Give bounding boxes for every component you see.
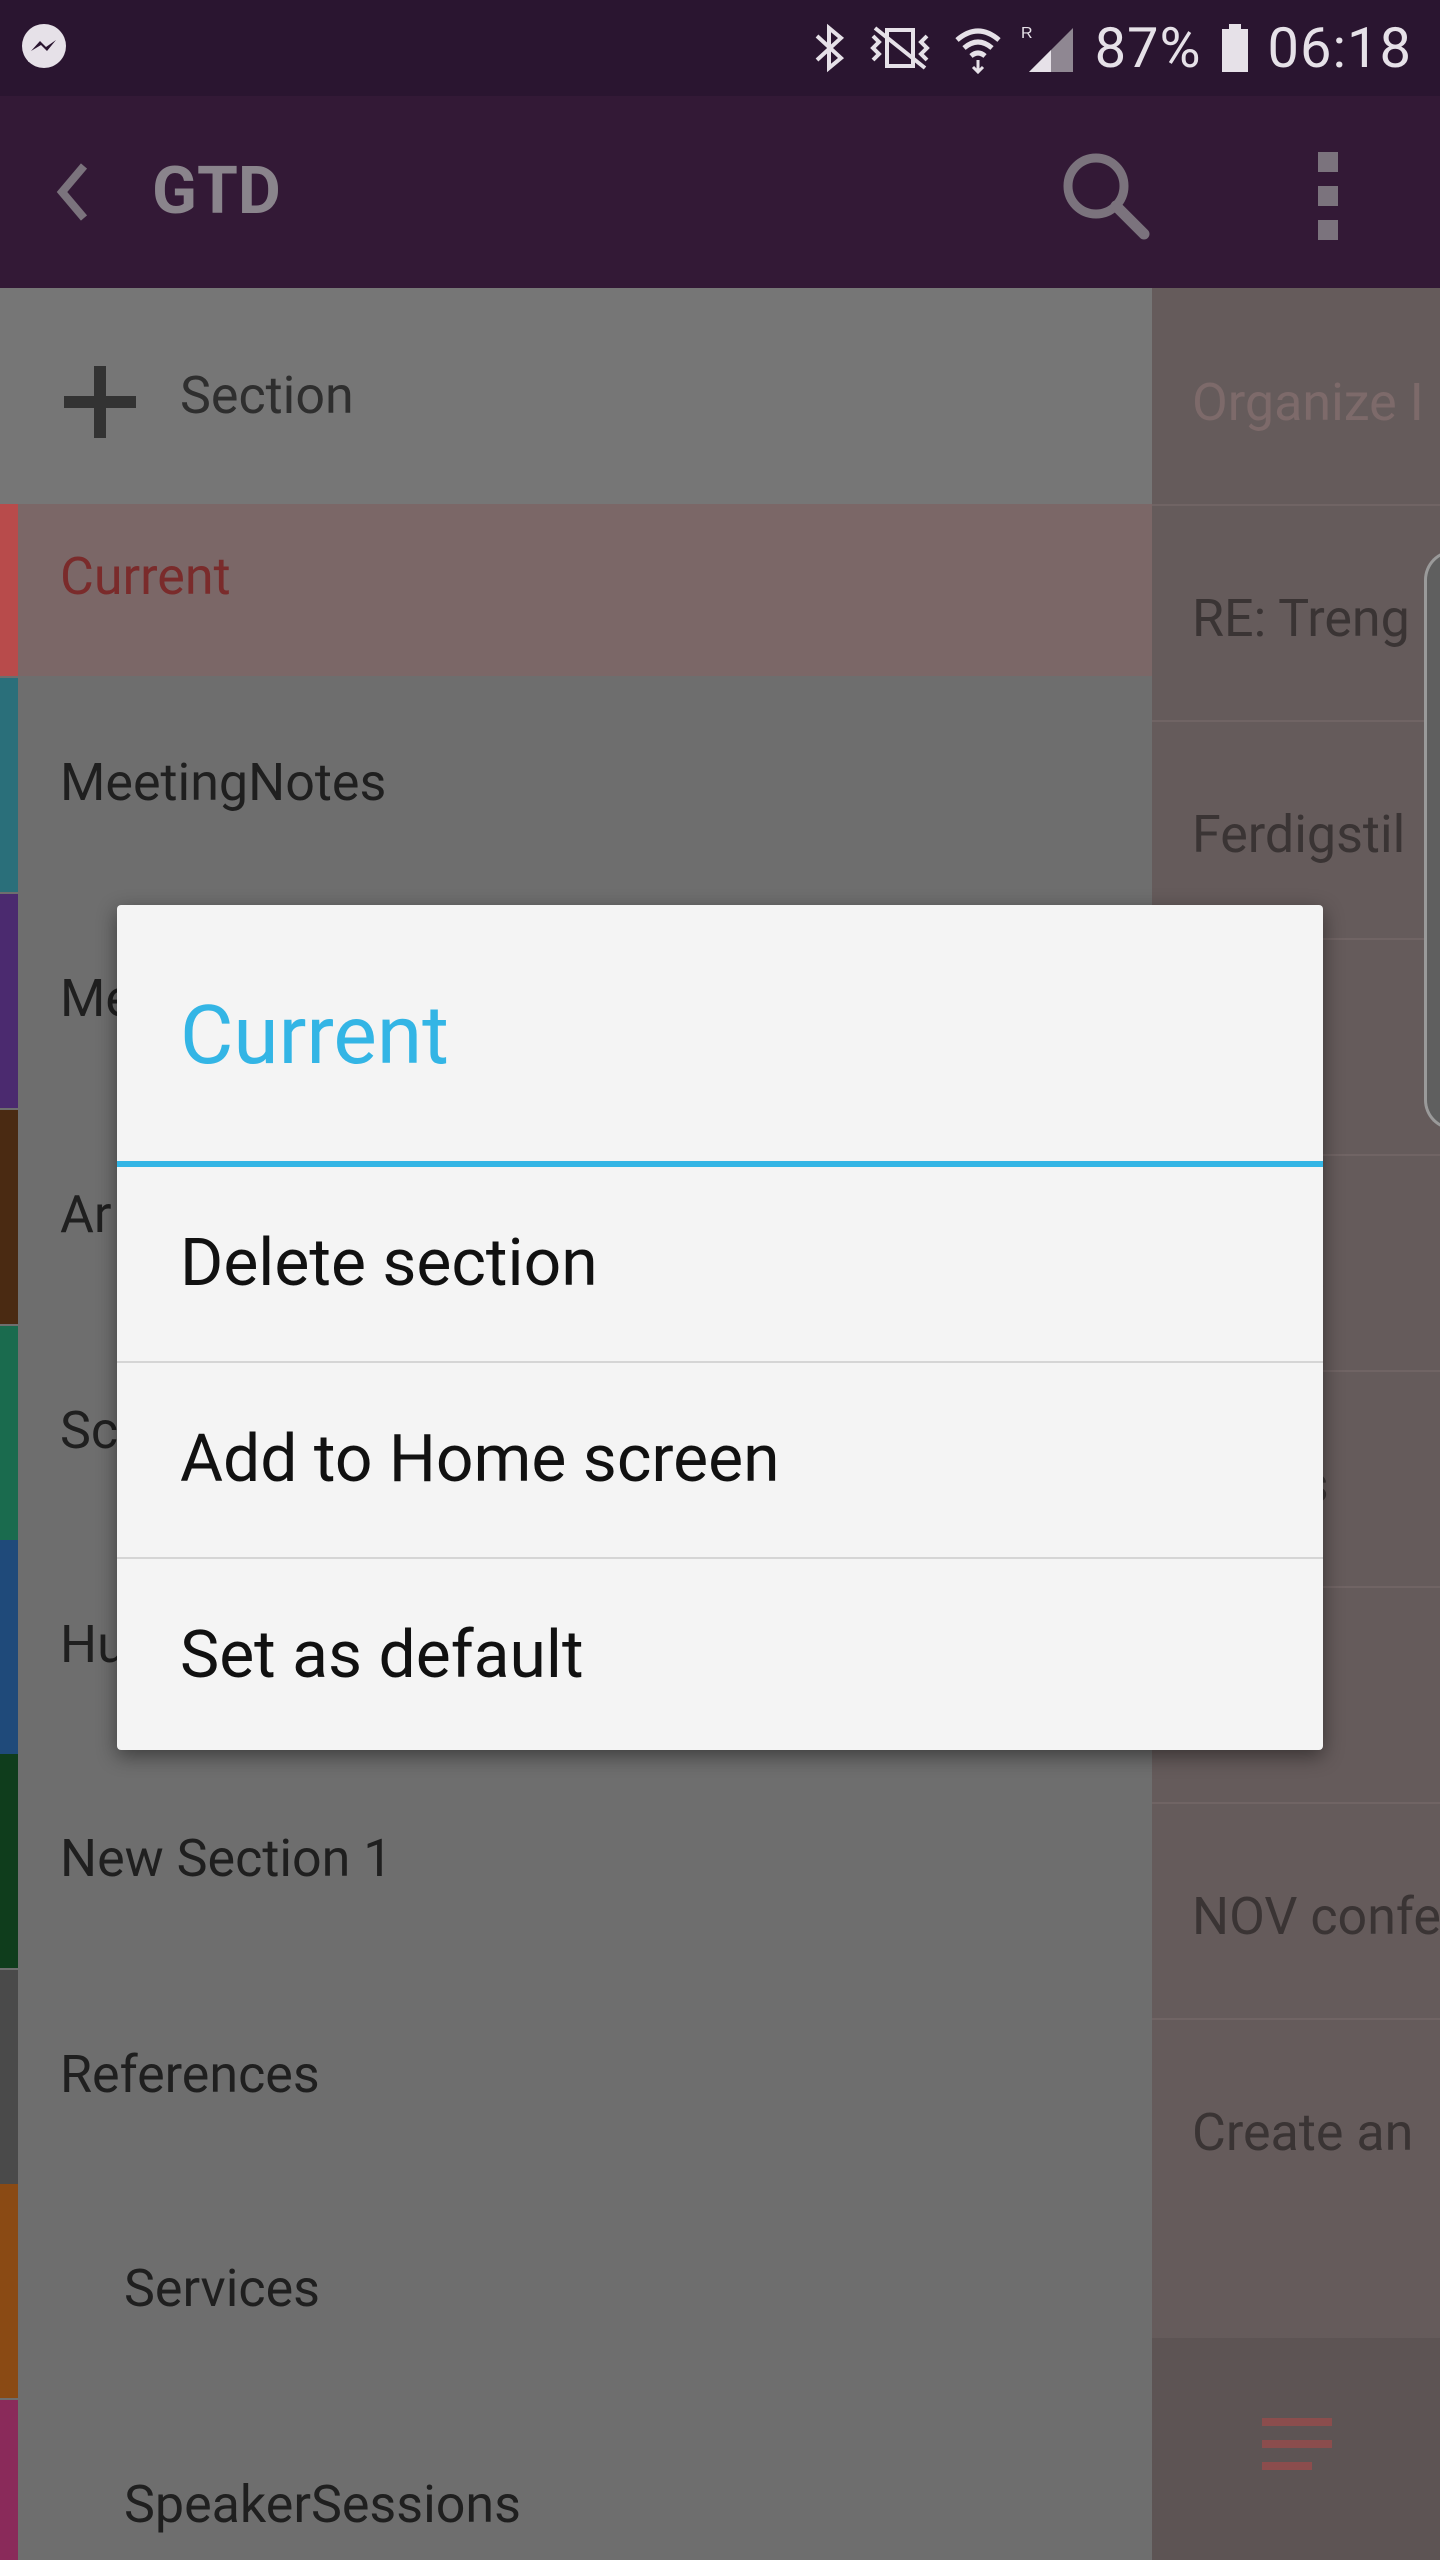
section-item-label: Sc — [60, 1400, 119, 1461]
section-color-bar — [0, 2400, 18, 2560]
battery-icon — [1221, 24, 1248, 72]
option-label: Delete section — [180, 1225, 598, 1302]
svg-text:R: R — [1021, 25, 1034, 42]
page-item[interactable]: NOV confe — [1192, 1886, 1440, 1947]
add-to-home-screen-option[interactable]: Add to Home screen — [117, 1363, 1323, 1557]
add-section-button[interactable]: Section — [0, 288, 1152, 504]
section-item-label: New Section 1 — [60, 1828, 393, 1889]
section-context-dialog: Current Delete section Add to Home scree… — [117, 905, 1323, 1750]
section-item-label: References — [60, 2044, 320, 2105]
section-color-bar — [0, 1326, 18, 1540]
section-item[interactable]: Services — [0, 2184, 1152, 2398]
wifi-icon — [954, 28, 1001, 74]
delete-section-option[interactable]: Delete section — [117, 1167, 1323, 1361]
section-item-label: Current — [60, 546, 231, 607]
section-color-bar — [0, 2184, 18, 2398]
option-label: Add to Home screen — [180, 1421, 780, 1498]
section-color-bar — [0, 894, 18, 1108]
status-bar: R 87% 06:18 — [0, 0, 1440, 96]
app-title: GTD — [152, 153, 281, 230]
plus-icon — [64, 366, 136, 438]
page-item[interactable]: Create an — [1192, 2102, 1413, 2163]
page-divider — [1152, 1802, 1440, 1804]
back-chevron-icon[interactable] — [50, 152, 90, 232]
section-item-label: Ar — [60, 1184, 112, 1245]
set-as-default-option[interactable]: Set as default — [117, 1559, 1323, 1753]
section-item[interactable]: SpeakerSessions — [0, 2400, 1152, 2560]
section-color-bar — [0, 1754, 18, 1968]
page-item[interactable]: Ferdigstil — [1192, 804, 1405, 865]
page-item[interactable]: RE: Treng — [1192, 588, 1410, 649]
bluetooth-icon — [815, 23, 844, 73]
option-label: Set as default — [180, 1617, 584, 1694]
dialog-title: Current — [180, 988, 449, 1084]
section-color-bar — [0, 678, 18, 892]
section-item[interactable]: MeetingNotes — [0, 678, 1152, 892]
section-item[interactable]: Current — [0, 504, 1152, 676]
section-item-label: SpeakerSessions — [124, 2474, 521, 2535]
status-icons: R 87% 06:18 — [813, 0, 1412, 96]
search-icon[interactable] — [1058, 148, 1150, 240]
section-item-label: Services — [124, 2258, 320, 2319]
clock: 06:18 — [1267, 15, 1412, 81]
section-item[interactable]: New Section 1 — [0, 1754, 1152, 1968]
page-item[interactable]: Organize I — [1192, 372, 1424, 433]
page-divider — [1152, 720, 1440, 722]
edge-panel-handle[interactable] — [1424, 550, 1440, 1130]
section-color-bar — [0, 1970, 18, 2184]
add-section-label: Section — [180, 365, 354, 426]
section-item-label: Hu — [60, 1614, 126, 1675]
vibrate-icon — [869, 26, 930, 70]
more-vert-icon[interactable] — [1300, 150, 1356, 242]
section-item[interactable]: References — [0, 1970, 1152, 2184]
section-color-bar — [0, 1540, 18, 1754]
section-color-bar — [0, 1110, 18, 1324]
section-color-bar — [0, 504, 18, 676]
messenger-icon — [22, 24, 66, 68]
signal-roaming-icon: R — [1021, 25, 1073, 72]
menu-lines-icon[interactable] — [1262, 2416, 1332, 2472]
page-divider — [1152, 2018, 1440, 2020]
app-bar: GTD — [0, 96, 1440, 288]
section-item-label: MeetingNotes — [60, 752, 387, 813]
pane-bottom-bar — [1152, 2338, 1440, 2560]
battery-percent: 87% — [1094, 15, 1202, 81]
page-divider — [1152, 504, 1440, 506]
